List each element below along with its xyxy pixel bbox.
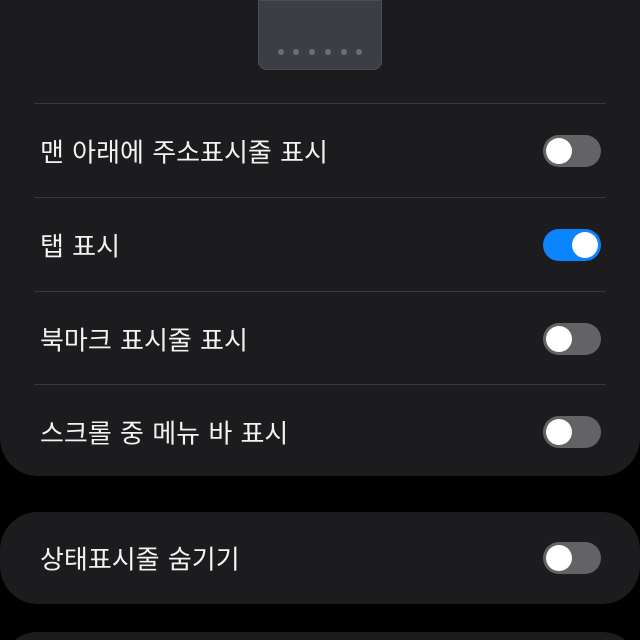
toggle-knob (572, 231, 598, 258)
preview-dot (309, 48, 316, 55)
preview-dot (356, 48, 363, 55)
setting-label: 탭 표시 (40, 232, 121, 262)
browser-layout-preview-icon (258, 0, 382, 70)
setting-row-show-tabs[interactable]: 탭 표시 (0, 198, 640, 291)
toggle-knob (546, 418, 572, 445)
preview-toolbar (268, 44, 372, 59)
preview-dot (340, 48, 347, 55)
setting-label: 북마크 표시줄 표시 (40, 326, 248, 356)
preview-dot (293, 48, 300, 55)
menu-bar-scroll-toggle[interactable] (543, 415, 601, 448)
status-bar-settings-card: 상태표시줄 숨기기 (0, 512, 640, 604)
browser-layout-settings-card: 맨 아래에 주소표시줄 표시 탭 표시 북마크 표시줄 표시 스크롤 중 메뉴 … (0, 0, 640, 476)
show-tabs-toggle[interactable] (543, 228, 601, 261)
setting-row-bookmarks-bar[interactable]: 북마크 표시줄 표시 (0, 292, 640, 385)
setting-label: 스크롤 중 메뉴 바 표시 (40, 419, 289, 449)
preview-dot (324, 48, 331, 55)
setting-row-address-bar-bottom[interactable]: 맨 아래에 주소표시줄 표시 (0, 104, 640, 197)
address-bar-bottom-toggle[interactable] (543, 134, 601, 167)
next-settings-card (0, 632, 640, 640)
bookmarks-bar-toggle[interactable] (543, 322, 601, 355)
toggle-knob (546, 137, 572, 164)
toggle-knob (546, 325, 572, 352)
setting-row-menu-bar-scroll[interactable]: 스크롤 중 메뉴 바 표시 (0, 385, 640, 478)
setting-label: 상태표시줄 숨기기 (40, 545, 240, 576)
hide-status-bar-toggle[interactable] (543, 542, 601, 574)
settings-screen: 맨 아래에 주소표시줄 표시 탭 표시 북마크 표시줄 표시 스크롤 중 메뉴 … (0, 0, 640, 640)
setting-row-hide-status-bar[interactable]: 상태표시줄 숨기기 (0, 512, 640, 604)
toggle-knob (546, 545, 572, 571)
preview-dot (277, 48, 284, 55)
setting-label: 맨 아래에 주소표시줄 표시 (40, 138, 328, 168)
